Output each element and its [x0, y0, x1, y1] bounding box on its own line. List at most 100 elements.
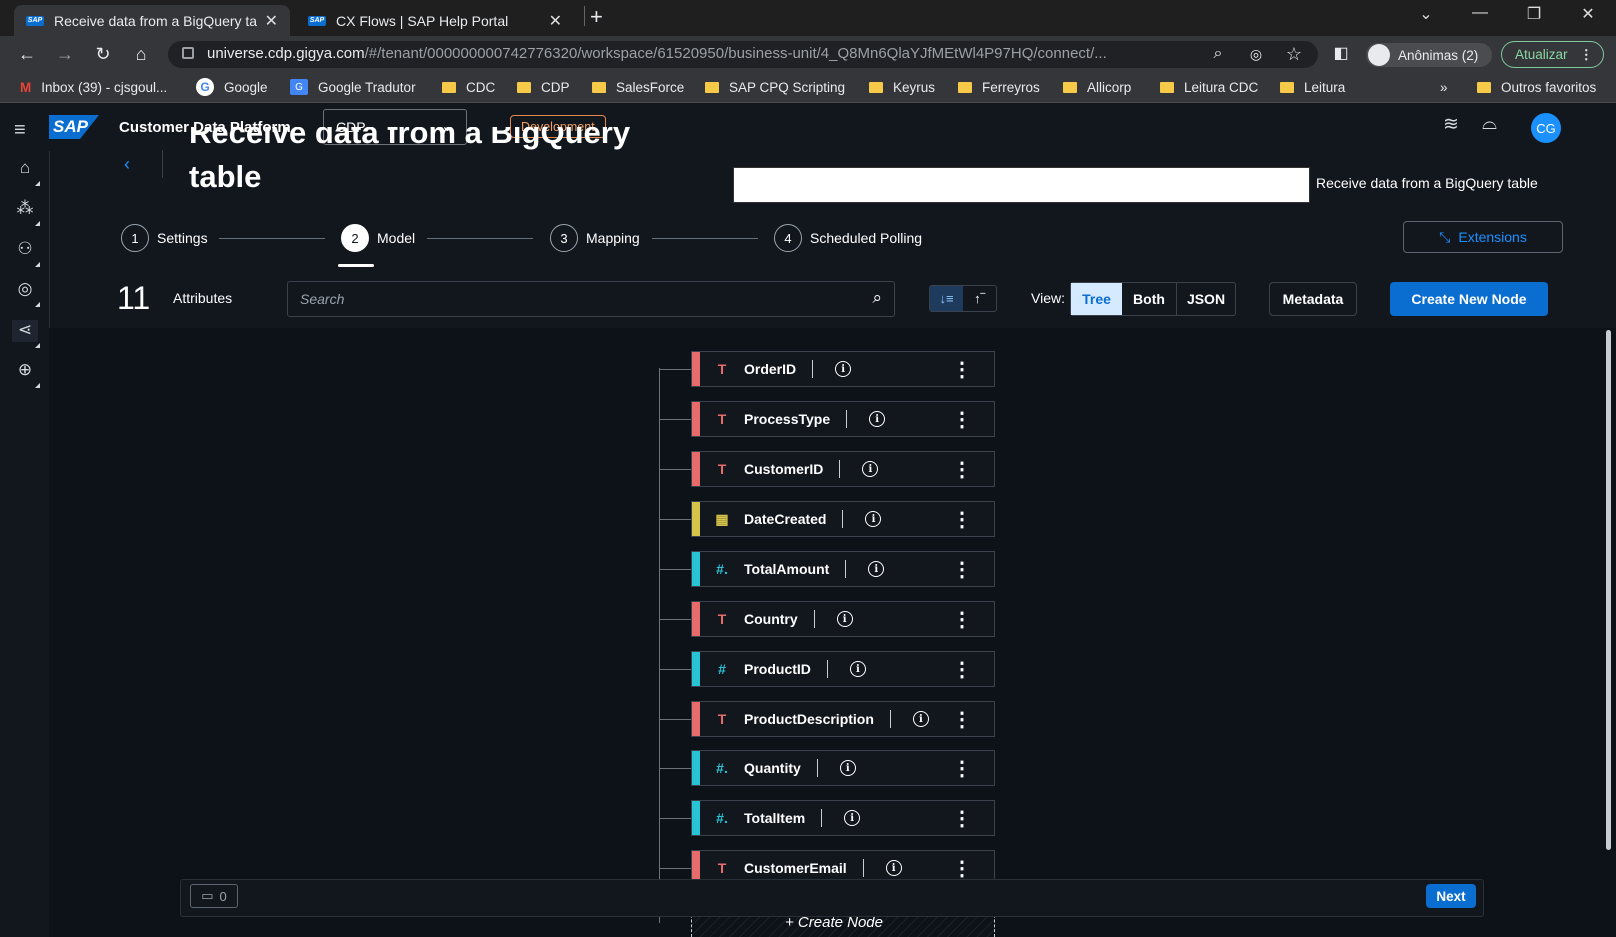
- bookmark-star-icon[interactable]: ☆: [1281, 42, 1307, 66]
- close-window-icon[interactable]: ✕: [1568, 4, 1608, 24]
- bookmark-leitura[interactable]: Leitura: [1280, 76, 1345, 98]
- node-menu-icon[interactable]: ⋮: [952, 756, 972, 781]
- info-icon[interactable]: i: [839, 760, 856, 776]
- tracking-protection-icon[interactable]: ◎: [1243, 42, 1269, 66]
- bookmark-cdc[interactable]: CDC: [442, 76, 495, 98]
- node-menu-icon[interactable]: ⋮: [952, 657, 972, 682]
- node-menu-icon[interactable]: ⋮: [952, 557, 972, 582]
- bookmark-cpq[interactable]: SAP CPQ Scripting: [705, 76, 845, 98]
- share-flow-nav-icon[interactable]: ⋖: [12, 320, 40, 348]
- bookmark-inbox[interactable]: M Inbox (39) - cjsgoul...: [20, 76, 167, 98]
- bookmark-leitura-cdc[interactable]: Leitura CDC: [1160, 76, 1258, 98]
- layers-icon[interactable]: ≋: [1443, 113, 1459, 136]
- step-3-circle[interactable]: 3: [550, 224, 578, 252]
- bookmarks-more[interactable]: »: [1440, 76, 1448, 98]
- url-text[interactable]: universe.cdp.gigya.com/#/tenant/00000000…: [207, 45, 1197, 62]
- comments-button[interactable]: ▭ 0: [190, 884, 238, 908]
- canvas-scrollbar[interactable]: [1606, 330, 1611, 850]
- tree-node[interactable]: T OrderID i ⋮: [691, 351, 995, 387]
- description-input[interactable]: [733, 167, 1310, 203]
- bookmark-cdp[interactable]: CDP: [517, 76, 570, 98]
- sort-ascending-icon[interactable]: ↑‾: [963, 286, 996, 311]
- bookmark-keyrus[interactable]: Keyrus: [869, 76, 935, 98]
- view-json-button[interactable]: JSON: [1176, 283, 1235, 315]
- info-icon[interactable]: i: [835, 361, 852, 377]
- node-menu-icon[interactable]: ⋮: [952, 507, 972, 532]
- connections-nav-icon[interactable]: ⁂: [12, 198, 40, 226]
- user-avatar[interactable]: CG: [1531, 113, 1561, 143]
- step-4-label[interactable]: Scheduled Polling: [810, 230, 922, 246]
- metadata-button[interactable]: Metadata: [1269, 282, 1357, 316]
- create-new-node-button[interactable]: Create New Node: [1390, 282, 1548, 316]
- step-1-label[interactable]: Settings: [157, 230, 208, 246]
- tree-node[interactable]: ▦ DateCreated i ⋮: [691, 501, 995, 537]
- close-tab-icon[interactable]: ✕: [265, 11, 278, 31]
- bookmark-google-translate[interactable]: G Google Tradutor: [290, 76, 416, 98]
- sort-descending-icon[interactable]: ↓≡: [930, 286, 963, 311]
- node-menu-icon[interactable]: ⋮: [952, 357, 972, 382]
- info-icon[interactable]: i: [862, 461, 879, 477]
- home-icon[interactable]: ⌂: [128, 42, 154, 66]
- node-menu-icon[interactable]: ⋮: [952, 856, 972, 881]
- info-icon[interactable]: i: [865, 511, 882, 527]
- step-3-label[interactable]: Mapping: [586, 230, 640, 246]
- reload-icon[interactable]: ↻: [90, 42, 116, 66]
- zoom-icon[interactable]: ⌕: [1205, 42, 1231, 66]
- node-name: CustomerEmail: [744, 860, 847, 876]
- search-input[interactable]: Search ⌕: [287, 281, 895, 317]
- hamburger-menu-icon[interactable]: ≡: [14, 119, 26, 142]
- bookmark-salesforce[interactable]: SalesForce: [592, 76, 684, 98]
- tree-node[interactable]: T CustomerID i ⋮: [691, 451, 995, 487]
- tree-node[interactable]: # ProductID i ⋮: [691, 651, 995, 687]
- minimize-icon[interactable]: —: [1460, 4, 1500, 22]
- new-tab-icon[interactable]: +: [590, 4, 603, 30]
- incognito-profile[interactable]: Anônimas (2): [1366, 43, 1492, 67]
- node-menu-icon[interactable]: ⋮: [952, 407, 972, 432]
- target-nav-icon[interactable]: ◎: [12, 279, 40, 307]
- node-menu-icon[interactable]: ⋮: [952, 457, 972, 482]
- profile-nav-icon[interactable]: ⚇: [12, 239, 40, 267]
- bookmark-google[interactable]: G Google: [196, 76, 268, 98]
- tree-node[interactable]: T ProductDescription i ⋮: [691, 701, 995, 737]
- info-icon[interactable]: i: [836, 611, 853, 627]
- back-chevron-icon[interactable]: ‹: [124, 154, 130, 175]
- home-nav-icon[interactable]: ⌂: [12, 158, 40, 186]
- text-type-icon: T: [717, 361, 727, 377]
- tree-node[interactable]: #. TotalAmount i ⋮: [691, 551, 995, 587]
- node-menu-icon[interactable]: ⋮: [952, 607, 972, 632]
- tab-cx-flows[interactable]: SAP CX Flows | SAP Help Portal ✕: [296, 5, 574, 36]
- info-icon[interactable]: i: [869, 411, 886, 427]
- restore-icon[interactable]: ❐: [1514, 4, 1554, 24]
- info-icon[interactable]: i: [844, 810, 861, 826]
- bookmark-allicorp[interactable]: Allicorp: [1063, 76, 1131, 98]
- step-2-label[interactable]: Model: [377, 230, 415, 246]
- view-both-button[interactable]: Both: [1122, 283, 1176, 315]
- node-menu-icon[interactable]: ⋮: [952, 707, 972, 732]
- bookmark-ferreyros[interactable]: Ferreyros: [958, 76, 1040, 98]
- next-button[interactable]: Next: [1426, 884, 1476, 908]
- other-bookmarks[interactable]: Outros favoritos: [1477, 76, 1596, 98]
- globe-nav-icon[interactable]: ⊕: [12, 360, 40, 388]
- headset-help-icon[interactable]: ⌓: [1482, 113, 1497, 135]
- node-menu-icon[interactable]: ⋮: [952, 806, 972, 831]
- step-4-circle[interactable]: 4: [774, 224, 802, 252]
- forward-icon[interactable]: →: [52, 42, 78, 66]
- info-icon[interactable]: i: [849, 661, 866, 677]
- view-tree-button[interactable]: Tree: [1071, 283, 1122, 315]
- side-panel-icon[interactable]: ◧: [1328, 42, 1354, 66]
- info-icon[interactable]: i: [885, 860, 902, 876]
- tree-node[interactable]: T Country i ⋮: [691, 601, 995, 637]
- tree-node[interactable]: #. Quantity i ⋮: [691, 750, 995, 786]
- step-1-circle[interactable]: 1: [121, 224, 149, 252]
- extensions-button[interactable]: ⤡ Extensions: [1403, 221, 1563, 253]
- back-icon[interactable]: ←: [14, 42, 40, 66]
- tab-receive-data[interactable]: SAP Receive data from a BigQuery tab ✕: [14, 5, 290, 36]
- step-2-circle[interactable]: 2: [341, 224, 369, 252]
- close-tab-icon[interactable]: ✕: [549, 11, 562, 31]
- info-icon[interactable]: i: [912, 711, 929, 727]
- update-button[interactable]: Atualizar ⋮: [1501, 41, 1604, 68]
- tab-search-icon[interactable]: ⌄: [1406, 4, 1446, 24]
- tree-node[interactable]: T ProcessType i ⋮: [691, 401, 995, 437]
- info-icon[interactable]: i: [868, 561, 885, 577]
- tree-node[interactable]: #. TotalItem i ⋮: [691, 800, 995, 836]
